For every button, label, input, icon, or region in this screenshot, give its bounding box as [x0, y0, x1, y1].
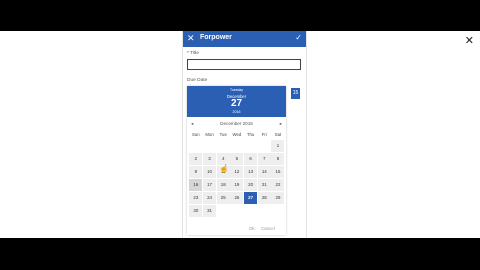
calendar-empty-cell [258, 140, 271, 152]
calendar-week-row: 9 10 11 12 13 14 15 [189, 166, 285, 179]
close-form-icon[interactable]: ✕ [187, 33, 195, 44]
calendar-day[interactable]: 16 [189, 179, 203, 191]
date-picker-header: Tuesday December 27 2016 [187, 86, 286, 117]
calendar-day[interactable]: 30 [189, 205, 203, 217]
calendar-day[interactable]: 8 [271, 153, 285, 165]
checkmark-icon[interactable]: ✓ [295, 33, 302, 42]
calendar-day[interactable]: 1 [271, 140, 285, 152]
calendar-day[interactable]: 29 [271, 192, 285, 204]
calendar-day[interactable]: 13 [244, 166, 258, 178]
selected-weekday: Tuesday [230, 88, 243, 92]
calendar-day[interactable]: 31 [203, 205, 217, 217]
cancel-button[interactable]: Cancel [261, 226, 275, 231]
calendar-week-row: 2345678 [189, 153, 285, 166]
title-label-row: * Title [187, 51, 199, 56]
calendar-day[interactable]: 15 [271, 166, 285, 178]
day-of-week-label: Sun [192, 132, 200, 137]
calendar-day[interactable]: 24 [203, 192, 217, 204]
selected-year: 2016 [232, 110, 241, 114]
calendar-day[interactable]: 14 [257, 166, 271, 178]
day-of-week-label: Tue [219, 132, 227, 137]
calendar-day[interactable]: 9 [189, 166, 203, 178]
app-title: Forpower [200, 34, 232, 41]
selected-day: 27 [230, 98, 243, 109]
close-icon[interactable]: ✕ [465, 35, 474, 47]
title-label: Title [190, 51, 200, 56]
calendar-day[interactable]: 12 [230, 166, 244, 178]
calendar-day[interactable]: 26 [230, 192, 244, 204]
day-of-week-row: Sun Mon Tue Wed Thu Fri Sat [189, 132, 285, 140]
calendar-day[interactable]: 28 [257, 192, 271, 204]
day-of-week-label: Sat [274, 132, 282, 137]
app-header: ✕ Forpower ✓ [183, 31, 306, 47]
month-navigation: ◂ December 2016 ▸ [187, 121, 286, 129]
calendar-empty-cell [244, 205, 257, 217]
mobile-form-panel: ✕ Forpower ✓ * Title Due Date 15 Tuesday… [182, 31, 307, 238]
calendar-day[interactable]: 7 [257, 153, 271, 165]
hand-cursor-icon: ☝ [219, 164, 229, 173]
calendar-day[interactable]: 20 [244, 179, 258, 191]
calendar-empty-cell [217, 140, 230, 152]
calendar-day[interactable]: 22 [271, 179, 285, 191]
calendar-empty-cell [258, 205, 271, 217]
calendar-day[interactable]: 3 [203, 153, 217, 165]
calendar-icon-button[interactable]: 15 [291, 88, 300, 99]
calendar-day[interactable]: 21 [257, 179, 271, 191]
calendar-empty-cell [271, 205, 284, 217]
date-picker: Tuesday December 27 2016 ◂ December 2016… [187, 86, 286, 235]
calendar-day[interactable]: 5 [230, 153, 244, 165]
calendar-day[interactable]: 17 [203, 179, 217, 191]
calendar-empty-cell [230, 205, 243, 217]
calendar-day[interactable]: 6 [244, 153, 258, 165]
calendar-empty-cell [230, 140, 243, 152]
calendar-week-row: 30 31 [189, 205, 285, 218]
due-date-label: Due Date [187, 78, 208, 83]
calendar-day[interactable]: 2 [189, 153, 203, 165]
calendar-day-selected[interactable]: 27 [244, 192, 258, 204]
chevron-right-icon[interactable]: ▸ [280, 121, 282, 127]
calendar-grid: Sun Mon Tue Wed Thu Fri Sat 1 2 3 4 5 6 7 8 9 10 11 12 13 1… [189, 132, 285, 218]
day-of-week-label: Wed [232, 132, 242, 137]
month-year-label: December 2016 [220, 121, 253, 126]
calendar-day[interactable]: 25 [216, 192, 230, 204]
calendar-empty-cell [217, 205, 230, 217]
day-of-week-label: Mon [205, 132, 214, 137]
day-of-week-label: Thu [246, 132, 255, 137]
required-mark: * [187, 51, 189, 56]
calendar-empty-cell [189, 140, 202, 152]
calendar-empty-cell [203, 140, 216, 152]
day-of-week-label: Fri [261, 132, 267, 137]
calendar-day[interactable]: 23 [189, 192, 203, 204]
calendar-empty-cell [244, 140, 257, 152]
calendar-weeks: 1 2 3 4 5 6 7 8 9 10 11 12 13 14 15 16 17 18 19 20 21 22 23 24 2… [189, 140, 285, 218]
calendar-week-row: 23 24 25 26 27 28 29 [189, 192, 285, 205]
calendar-week-row: 16 17 18 19 20 21 22 [189, 179, 285, 192]
title-input[interactable] [187, 59, 301, 70]
app-window: ✕ ✕ Forpower ✓ * Title Due Date 15 Tuesd… [0, 31, 480, 238]
calendar-day[interactable]: 10 [203, 166, 217, 178]
ok-button[interactable]: Ok [249, 226, 255, 231]
calendar-day[interactable]: 19 [230, 179, 244, 191]
calendar-week-row: 1 [189, 140, 285, 153]
calendar-day[interactable]: 18 [216, 179, 230, 191]
